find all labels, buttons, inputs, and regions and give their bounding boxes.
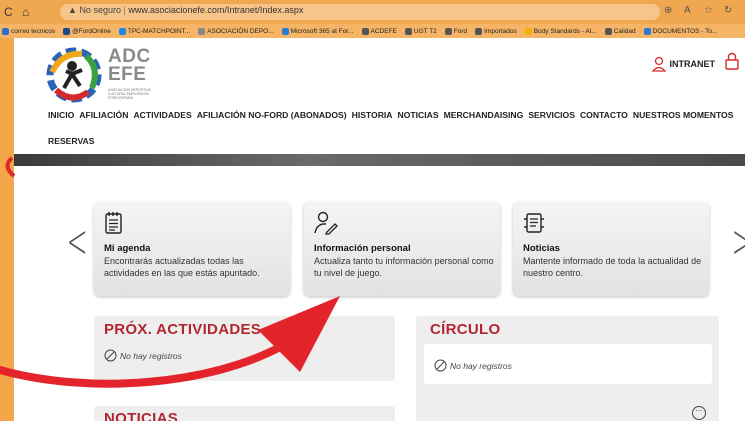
annotation-arrow-icon bbox=[0, 156, 340, 388]
screenshot-frame: C ⌂ ▲ No seguro | www.asociacionefe.com/… bbox=[0, 0, 745, 421]
